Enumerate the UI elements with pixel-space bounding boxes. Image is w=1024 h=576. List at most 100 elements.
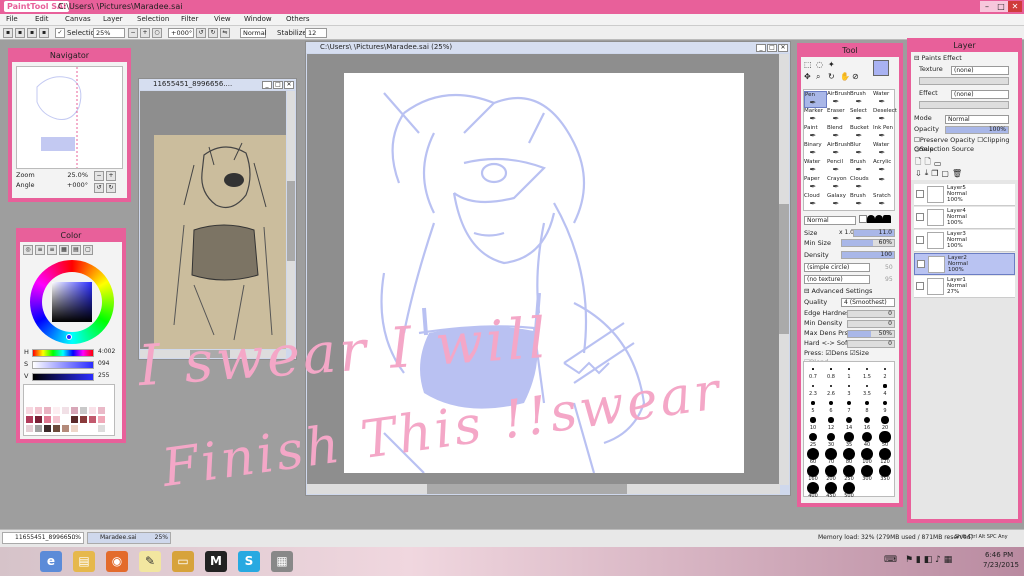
layer-visibility-icon[interactable] xyxy=(916,190,924,198)
brush-size-dot[interactable] xyxy=(811,384,815,388)
nav-rotate-icon[interactable]: ↺ xyxy=(94,183,104,193)
color-wheel-icon[interactable]: ◎ xyxy=(23,245,33,255)
color-swatch[interactable] xyxy=(35,425,42,432)
close-icon[interactable]: ✕ xyxy=(778,44,788,52)
transfer-down-icon[interactable]: ⇩ xyxy=(915,169,922,178)
brush-tool-bucket[interactable]: Bucket ✒ xyxy=(850,125,873,142)
brush-size-dot[interactable] xyxy=(809,433,817,441)
brush-tool-empty[interactable]: ✒ xyxy=(873,176,896,193)
brush-shape-selector[interactable] xyxy=(859,215,895,225)
menu-selection[interactable]: Selection xyxy=(137,15,169,23)
color-swatch[interactable] xyxy=(98,407,105,414)
brush-tool-sratch[interactable]: Sratch ✒ xyxy=(873,193,896,210)
brush-size-dot[interactable] xyxy=(883,367,887,371)
brush-shape-select[interactable]: (simple circle) xyxy=(804,263,870,272)
color-swatch[interactable] xyxy=(26,425,33,432)
reference-viewport[interactable] xyxy=(140,91,286,349)
paint-tool-sai-icon[interactable]: ✎ xyxy=(139,551,161,572)
layer-visibility-icon[interactable] xyxy=(917,260,925,268)
brush-size-dot[interactable] xyxy=(866,368,868,370)
min-size-slider[interactable]: 60% xyxy=(841,239,895,247)
nav-rotate-icon[interactable]: ↻ xyxy=(106,183,116,193)
toggle-icon[interactable]: ▪ xyxy=(27,28,37,38)
brush-tool-crayon[interactable]: Crayon ✒ xyxy=(827,176,850,193)
brush-tool-cloud[interactable]: Cloud ✒ xyxy=(804,193,827,210)
texture-scale-slider[interactable] xyxy=(919,77,1009,85)
zoom-out-icon[interactable]: − xyxy=(128,28,138,38)
brush-tool-deselect[interactable]: Deselect ✒ xyxy=(873,108,897,125)
primary-color-swatch[interactable] xyxy=(873,60,889,76)
delete-layer-icon[interactable]: 🗑 xyxy=(952,169,962,178)
reference-vertical-scrollbar[interactable] xyxy=(287,91,295,349)
maximize-icon[interactable]: □ xyxy=(767,44,777,52)
brush-texture-select[interactable]: (no texture) xyxy=(804,275,870,284)
brush-tool-pen[interactable]: Pen ✒ xyxy=(804,91,827,108)
color-swatch[interactable] xyxy=(44,407,51,414)
clock-date[interactable]: 7/23/2015 xyxy=(983,561,1019,569)
color-swatch[interactable] xyxy=(62,407,69,414)
color-swatch[interactable] xyxy=(26,407,33,414)
hue-marker[interactable] xyxy=(66,334,72,340)
brush-tool-pencil[interactable]: Pencil ✒ xyxy=(827,159,850,176)
keyboard-icon[interactable]: ⌨ xyxy=(884,555,897,565)
color-swatch[interactable] xyxy=(71,425,78,432)
copy-layer-icon[interactable]: ❐ xyxy=(931,169,938,178)
brush-size-dot[interactable] xyxy=(879,431,891,443)
menu-layer[interactable]: Layer xyxy=(103,15,123,23)
brush-tool-select[interactable]: Select ✒ xyxy=(850,108,873,125)
brush-tool-paper[interactable]: Paper ✒ xyxy=(804,176,827,193)
brush-size-dot[interactable] xyxy=(882,400,888,406)
selection-checkbox[interactable]: ✓ xyxy=(55,28,65,38)
maximize-button[interactable]: □ xyxy=(994,1,1008,12)
min-density-slider[interactable]: 0 xyxy=(847,320,895,328)
lasso-icon[interactable]: ◌ xyxy=(816,60,823,69)
angle-select[interactable]: +000° xyxy=(168,28,194,38)
color-swatch[interactable] xyxy=(98,416,105,423)
color-swatch[interactable] xyxy=(71,416,78,423)
brush-tool-ink-pen[interactable]: Ink Pen ✒ xyxy=(873,125,896,142)
select-rect-icon[interactable]: ⬚ xyxy=(804,60,812,69)
blend-select[interactable]: Normal xyxy=(240,28,267,38)
layer-row-layer2[interactable]: Layer2 Normal 100% xyxy=(914,253,1015,275)
color-swatch[interactable] xyxy=(62,416,69,423)
brush-tool-blur[interactable]: Blur ✒ xyxy=(850,142,873,159)
brush-size-dot[interactable] xyxy=(830,368,832,370)
brush-tool-brush[interactable]: Brush ✒ xyxy=(850,91,873,108)
stabilizer-select[interactable]: 12 xyxy=(305,28,327,38)
color-swatch[interactable] xyxy=(53,425,60,432)
flip-icon[interactable]: ⇋ xyxy=(220,28,230,38)
tray-icons[interactable]: ⚑ ▮ ◧ ♪ ▦ xyxy=(905,555,952,565)
scratchpad-icon[interactable]: ▢ xyxy=(83,245,93,255)
brush-tool-brush[interactable]: Brush ✒ xyxy=(850,193,873,210)
brush-tool-galaxy[interactable]: Galaxy ✒ xyxy=(827,193,850,210)
brush-size-dot[interactable] xyxy=(846,400,852,406)
magic-wand-icon[interactable]: ✦ xyxy=(828,60,835,69)
palette-icon[interactable]: ▦ xyxy=(59,245,69,255)
hue-wheel[interactable] xyxy=(30,260,114,344)
calculator-icon[interactable]: ▦ xyxy=(271,551,293,572)
color-swatch[interactable] xyxy=(89,425,96,432)
brush-size-dot[interactable] xyxy=(810,417,816,423)
nav-zoom-in-icon[interactable]: + xyxy=(106,171,116,181)
menu-canvas[interactable]: Canvas xyxy=(65,15,91,23)
minimize-icon[interactable]: _ xyxy=(262,81,272,89)
brush-tool-water[interactable]: Water ✒ xyxy=(804,159,827,176)
rotate-left-icon[interactable]: ↺ xyxy=(196,28,206,38)
brush-size-dot[interactable] xyxy=(828,417,834,423)
color-swatch[interactable] xyxy=(53,416,60,423)
brush-tool-binary[interactable]: Binary ✒ xyxy=(804,142,827,159)
ie-icon[interactable]: e xyxy=(40,551,62,572)
clock-time[interactable]: 6:46 PM xyxy=(985,551,1013,559)
zoom-in-icon[interactable]: + xyxy=(140,28,150,38)
brush-tool-acrylic[interactable]: Acrylic ✒ xyxy=(873,159,896,176)
toggle-icon[interactable]: ▪ xyxy=(3,28,13,38)
layer-row-layer3[interactable]: Layer3 Normal 100% xyxy=(914,230,1015,252)
new-folder-icon[interactable]: ▭ xyxy=(934,159,942,168)
color-swatch[interactable] xyxy=(53,407,60,414)
brush-size-dot[interactable] xyxy=(846,417,852,423)
file-explorer-icon[interactable]: ▤ xyxy=(73,551,95,572)
edge-hardness-slider[interactable]: 0 xyxy=(847,310,895,318)
close-button[interactable]: ✕ xyxy=(1008,1,1022,12)
size-multiplier[interactable]: x 1.0 xyxy=(839,229,854,236)
brush-size-dot[interactable] xyxy=(812,368,814,370)
